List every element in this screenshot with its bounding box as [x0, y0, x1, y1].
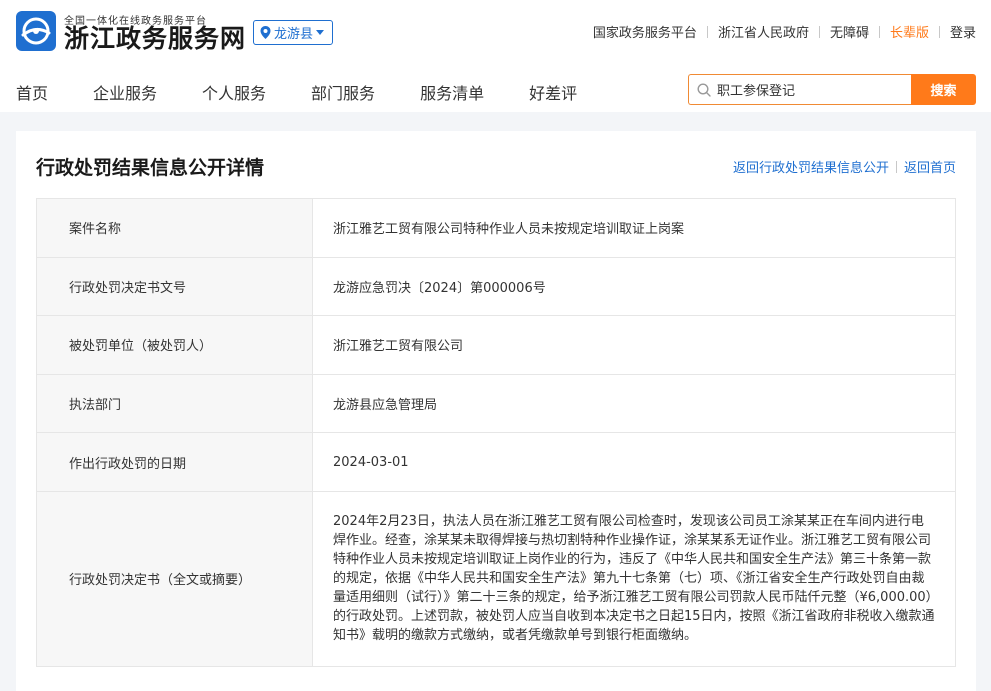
field-value: 龙游应急罚决〔2024〕第000006号 — [312, 256, 956, 317]
field-value: 2024年2月23日，执法人员在浙江雅艺工贸有限公司检查时，发现该公司员工涂某某… — [312, 490, 956, 667]
nav-item-enterprise[interactable]: 企业服务 — [93, 80, 157, 104]
divider — [818, 25, 820, 38]
nav-item-department[interactable]: 部门服务 — [311, 80, 375, 104]
table-row: 行政处罚决定书文号 龙游应急罚决〔2024〕第000006号 — [36, 256, 956, 317]
zhejiang-logo-icon[interactable] — [16, 11, 56, 51]
site-title[interactable]: 浙江政务服务网 — [64, 24, 246, 54]
link-national-platform[interactable]: 国家政务服务平台 — [593, 22, 697, 41]
page-title: 行政处罚结果信息公开详情 — [36, 157, 265, 179]
field-label: 执法部门 — [36, 373, 313, 434]
detail-card: 行政处罚结果信息公开详情 返回行政处罚结果信息公开 返回首页 案件名称 浙江雅艺… — [16, 131, 976, 691]
search-input[interactable] — [717, 82, 897, 97]
field-label: 案件名称 — [36, 198, 313, 258]
search-button[interactable]: 搜索 — [911, 74, 976, 105]
table-row: 作出行政处罚的日期 2024-03-01 — [36, 432, 956, 492]
link-provincial-government[interactable]: 浙江省人民政府 — [718, 22, 809, 41]
field-label: 被处罚单位（被处罚人） — [36, 315, 313, 375]
link-back-home[interactable]: 返回首页 — [904, 157, 956, 176]
table-row: 行政处罚决定书（全文或摘要） 2024年2月23日，执法人员在浙江雅艺工贸有限公… — [36, 490, 956, 667]
top-links: 国家政务服务平台 浙江省人民政府 无障碍 长辈版 登录 — [593, 22, 976, 41]
detail-table: 案件名称 浙江雅艺工贸有限公司特种作业人员未按规定培训取证上岗案 行政处罚决定书… — [36, 198, 956, 667]
table-row: 案件名称 浙江雅艺工贸有限公司特种作业人员未按规定培训取证上岗案 — [36, 198, 956, 258]
location-pin-icon — [260, 26, 271, 39]
field-label: 行政处罚决定书文号 — [36, 256, 313, 317]
link-elder-version[interactable]: 长辈版 — [890, 22, 929, 41]
field-value: 浙江雅艺工贸有限公司特种作业人员未按规定培训取证上岗案 — [312, 198, 956, 258]
card-links: 返回行政处罚结果信息公开 返回首页 — [733, 157, 956, 176]
nav-item-personal[interactable]: 个人服务 — [202, 80, 266, 104]
search-bar: 搜索 — [688, 74, 976, 105]
caret-down-icon — [316, 29, 325, 35]
region-selector[interactable]: 龙游县 — [253, 20, 334, 45]
table-row: 被处罚单位（被处罚人） 浙江雅艺工贸有限公司 — [36, 315, 956, 375]
divider — [938, 25, 940, 38]
link-accessibility[interactable]: 无障碍 — [830, 22, 869, 41]
field-value: 龙游县应急管理局 — [312, 373, 956, 434]
field-label: 作出行政处罚的日期 — [36, 432, 313, 492]
link-back-to-list[interactable]: 返回行政处罚结果信息公开 — [733, 157, 889, 176]
table-row: 执法部门 龙游县应急管理局 — [36, 373, 956, 434]
divider — [878, 25, 880, 38]
region-label: 龙游县 — [274, 27, 314, 42]
nav-item-service-list[interactable]: 服务清单 — [420, 80, 484, 104]
link-login[interactable]: 登录 — [950, 22, 976, 41]
field-label: 行政处罚决定书（全文或摘要） — [36, 490, 313, 667]
main-nav: 首页 企业服务 个人服务 部门服务 服务清单 好差评 — [16, 80, 622, 104]
nav-item-rating[interactable]: 好差评 — [529, 80, 577, 104]
field-value: 浙江雅艺工贸有限公司 — [312, 315, 956, 375]
field-value: 2024-03-01 — [312, 432, 956, 492]
divider — [895, 160, 897, 173]
nav-item-home[interactable]: 首页 — [16, 80, 48, 104]
divider — [706, 25, 708, 38]
top-header: 全国一体化在线政务服务平台 浙江政务服务网 龙游县 国家政务服务平台 浙江省人民… — [0, 0, 991, 112]
search-icon — [697, 82, 711, 97]
search-box — [688, 74, 911, 105]
